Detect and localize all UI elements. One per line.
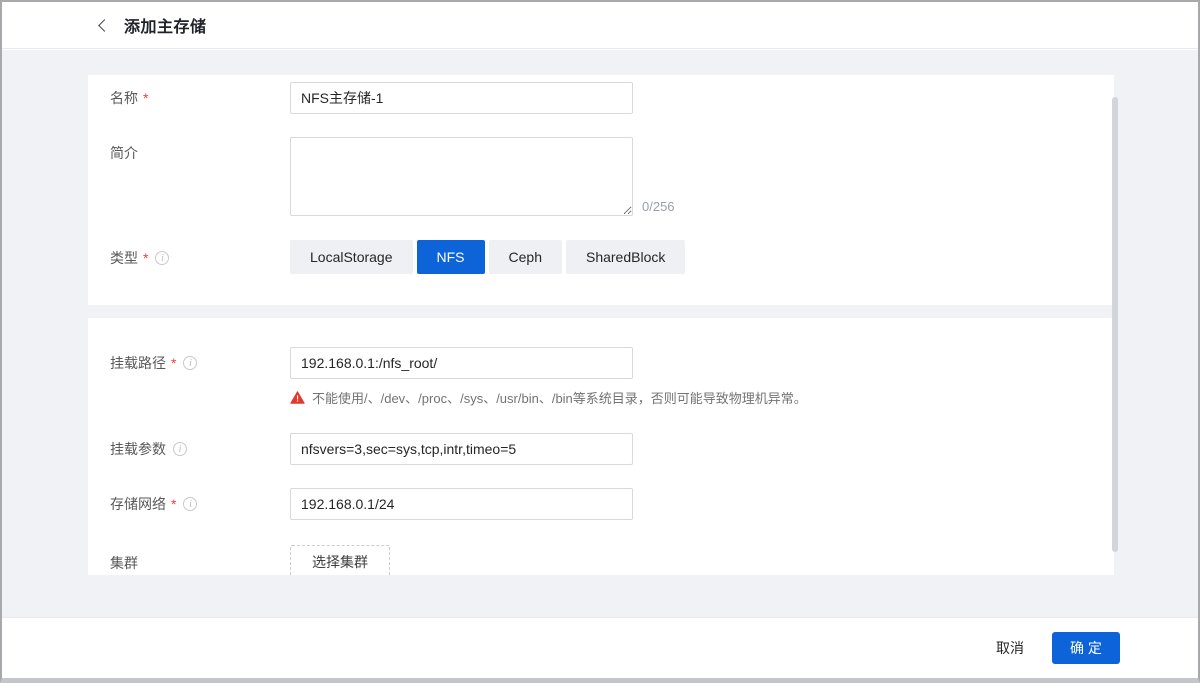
- vertical-scrollbar[interactable]: [1112, 97, 1118, 552]
- mount-path-required-mark: *: [171, 355, 176, 371]
- type-option-nfs[interactable]: NFS: [417, 240, 485, 274]
- page-title: 添加主存储: [124, 13, 207, 37]
- mount-path-label: 挂载路径 * i: [110, 347, 282, 379]
- cancel-button[interactable]: 取消: [996, 638, 1024, 658]
- type-label: 类型 * i: [110, 241, 282, 275]
- warning-text: 不能使用/、/dev、/proc、/sys、/usr/bin、/bin等系统目录…: [312, 388, 807, 407]
- type-option-ceph[interactable]: Ceph: [489, 240, 562, 274]
- mount-settings-card: 挂载路径 * i ! 不能使用/、/dev、/proc、/sys、/usr/bin…: [88, 318, 1114, 575]
- select-cluster-button[interactable]: 选择集群: [290, 545, 390, 575]
- mount-path-label-text: 挂载路径: [110, 353, 166, 373]
- footer-action-bar: 取消 确 定: [2, 617, 1198, 678]
- mount-path-input[interactable]: [290, 347, 633, 379]
- basic-info-card: 名称 * 简介 0/256 类型 * i LocalStorage NFS Ceph…: [88, 75, 1114, 305]
- cluster-label: 集群: [110, 547, 282, 575]
- name-input[interactable]: [290, 82, 633, 114]
- ok-button[interactable]: 确 定: [1052, 632, 1120, 664]
- storage-network-label-text: 存储网络: [110, 494, 166, 514]
- info-icon[interactable]: i: [173, 442, 187, 456]
- name-label-text: 名称: [110, 88, 138, 108]
- storage-network-input[interactable]: [290, 488, 633, 520]
- page-header: 添加主存储: [2, 2, 1198, 49]
- description-label: 简介: [110, 137, 282, 169]
- type-required-mark: *: [143, 250, 148, 266]
- info-icon[interactable]: i: [183, 356, 197, 370]
- description-char-counter: 0/256: [642, 199, 675, 214]
- svg-text:!: !: [296, 394, 299, 404]
- type-option-sharedblock[interactable]: SharedBlock: [566, 240, 685, 274]
- name-label: 名称 *: [110, 82, 282, 114]
- storage-network-required-mark: *: [171, 496, 176, 512]
- mount-params-label-text: 挂载参数: [110, 439, 166, 459]
- back-icon[interactable]: [98, 19, 111, 32]
- cluster-label-text: 集群: [110, 553, 138, 573]
- add-primary-storage-window: 添加主存储 名称 * 简介 0/256 类型 * i LocalStorage NF…: [0, 0, 1200, 683]
- type-option-localstorage[interactable]: LocalStorage: [290, 240, 413, 274]
- info-icon[interactable]: i: [183, 497, 197, 511]
- mount-params-input[interactable]: [290, 433, 633, 465]
- type-label-text: 类型: [110, 248, 138, 268]
- name-required-mark: *: [143, 90, 148, 106]
- mount-path-warning: ! 不能使用/、/dev、/proc、/sys、/usr/bin、/bin等系统…: [290, 388, 807, 407]
- storage-network-label: 存储网络 * i: [110, 488, 282, 520]
- info-icon[interactable]: i: [155, 251, 169, 265]
- form-content-area: 名称 * 简介 0/256 类型 * i LocalStorage NFS Ceph…: [2, 50, 1198, 617]
- warning-icon: !: [290, 391, 305, 404]
- description-label-text: 简介: [110, 143, 138, 163]
- description-textarea[interactable]: [290, 137, 633, 216]
- storage-type-selector: LocalStorage NFS Ceph SharedBlock: [290, 240, 685, 274]
- mount-params-label: 挂载参数 i: [110, 433, 282, 465]
